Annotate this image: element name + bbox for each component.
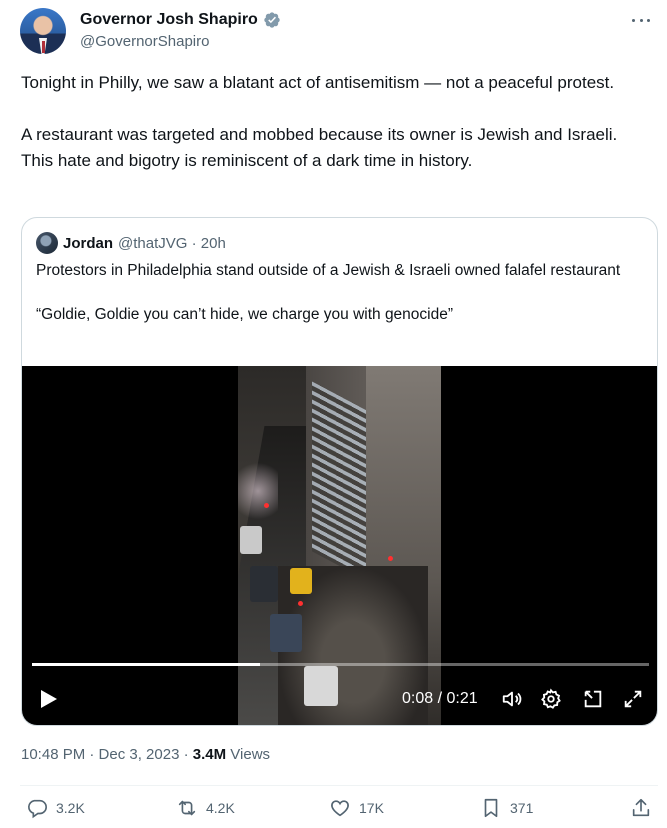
video-light (264, 503, 269, 508)
video-car (304, 666, 338, 706)
share-icon (632, 798, 650, 817)
video-smoke (238, 456, 278, 526)
repost-icon (178, 800, 196, 816)
views-label: Views (226, 746, 271, 763)
author-handle[interactable]: @GovernorShapiro (80, 32, 281, 52)
video-progress-bar[interactable] (32, 663, 649, 666)
avatar-tie (42, 41, 45, 53)
video-frame (238, 366, 441, 725)
like-count: 17K (359, 800, 384, 816)
tweet-text: Tonight in Philly, we saw a blatant act … (21, 70, 651, 174)
like-button[interactable]: 17K (329, 797, 384, 819)
quoted-tweet-header: Jordan @thatJVG · 20h (36, 232, 226, 254)
tweet-timestamp[interactable]: 10:48 PM · Dec 3, 2023 · (21, 746, 193, 763)
tweet-header: Governor Josh Shapiro @GovernorShapiro (20, 8, 660, 58)
tweet-meta: 10:48 PM · Dec 3, 2023 · 3.4M Views (21, 745, 270, 765)
video-progress-fill (32, 663, 261, 666)
author-display-name[interactable]: Governor Josh Shapiro (80, 10, 258, 30)
bookmark-icon (484, 798, 498, 818)
play-icon[interactable] (40, 689, 58, 709)
video-car (250, 566, 278, 602)
author-avatar[interactable] (20, 8, 66, 54)
reply-button[interactable]: 3.2K (26, 797, 85, 819)
share-button[interactable] (630, 797, 652, 819)
quoted-text-2: “Goldie, Goldie you can’t hide, we charg… (36, 306, 454, 323)
quoted-tweet-text: Protestors in Philadelphia stand outside… (36, 260, 641, 326)
like-icon (331, 800, 349, 817)
display-name-row: Governor Josh Shapiro (80, 10, 281, 30)
quoted-tweet[interactable]: Jordan @thatJVG · 20h Protestors in Phil… (21, 217, 658, 726)
video-light (298, 601, 303, 606)
fullscreen-icon[interactable] (622, 688, 644, 710)
video-light (388, 556, 393, 561)
video-player[interactable]: 0:08 / 0:21 (22, 366, 657, 725)
author-names: Governor Josh Shapiro @GovernorShapiro (80, 10, 281, 52)
views-count: 3.4M (192, 746, 227, 763)
tweet-paragraph-2: A restaurant was targeted and mobbed bec… (21, 125, 618, 170)
quoted-author-name: Jordan (63, 234, 114, 252)
reply-count: 3.2K (56, 800, 85, 816)
video-windows (312, 381, 367, 581)
video-time: 0:08 / 0:21 (402, 690, 478, 707)
volume-icon[interactable] (501, 688, 523, 710)
quoted-author-avatar (36, 232, 58, 254)
video-car (240, 526, 262, 554)
bookmark-count: 371 (510, 800, 534, 816)
repost-button[interactable]: 4.2K (176, 797, 235, 819)
verified-badge-icon[interactable] (263, 11, 281, 29)
video-car (270, 614, 302, 652)
video-taxi (290, 568, 312, 594)
quoted-author-handle-time: @thatJVG · 20h (118, 234, 226, 252)
repost-count: 4.2K (206, 800, 235, 816)
more-icon[interactable] (630, 10, 652, 30)
tweet-paragraph-1: Tonight in Philly, we saw a blatant act … (21, 73, 615, 92)
divider (20, 785, 658, 786)
pip-icon[interactable] (582, 688, 604, 710)
quoted-text-1: Protestors in Philadelphia stand outside… (36, 262, 621, 279)
bookmark-button[interactable]: 371 (480, 797, 533, 819)
settings-icon[interactable] (540, 688, 562, 710)
action-bar: 3.2K 4.2K 17K 371 (0, 797, 667, 827)
reply-icon (28, 799, 47, 819)
